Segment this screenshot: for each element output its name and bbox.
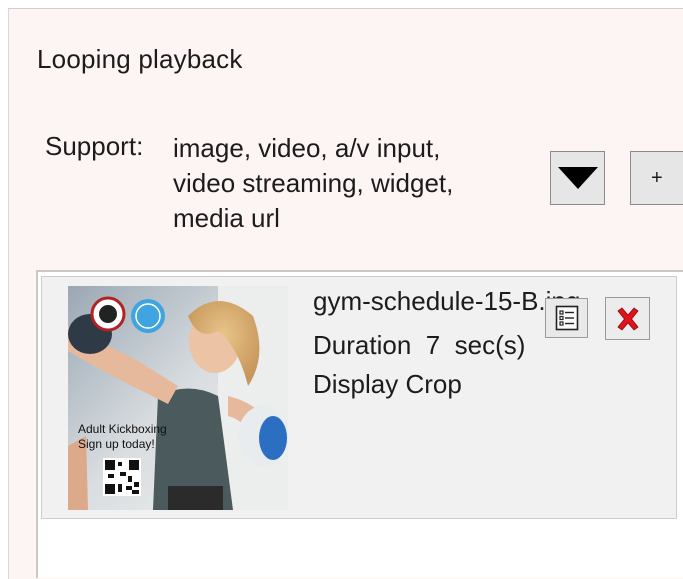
section-title: Looping playback [37,44,243,74]
close-x-icon [616,306,639,331]
add-media-button[interactable]: + [630,151,683,205]
add-type-dropdown-button[interactable] [550,151,605,205]
thumbnail-caption-1: Adult Kickboxing [78,422,167,436]
list-icon [555,305,578,331]
support-line-2: video streaming, widget, [173,168,454,198]
item-properties-button[interactable] [545,298,588,338]
support-types: image, video, a/v input, video streaming… [173,131,453,236]
duration-value: 7 [425,330,441,360]
display-label: Display [313,369,399,399]
item-thumbnail: Adult Kickboxing Sign up today! [68,286,288,510]
item-delete-button[interactable] [605,297,650,340]
duration-label: Duration [313,330,412,360]
support-line-3: media url [173,203,280,233]
item-display: Display Crop [313,369,462,400]
display-mode: Crop [405,369,462,399]
support-line-1: image, video, a/v input, [173,133,441,163]
thumbnail-image [68,286,288,510]
item-duration: Duration 7 sec(s) [313,330,525,361]
duration-unit: sec(s) [454,330,526,360]
thumbnail-caption-2: Sign up today! [78,437,155,451]
support-label: Support: [45,131,144,161]
triangle-down-icon [557,167,598,189]
